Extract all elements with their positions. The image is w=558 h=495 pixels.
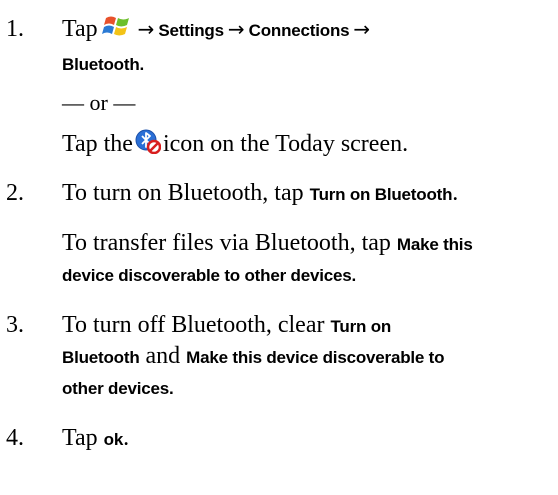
step-text: To turn off Bluetooth, clear Turn on bbox=[62, 312, 392, 338]
ui-bluetooth: Bluetooth bbox=[62, 348, 140, 367]
ui-make-discoverable: Make this device discoverable to bbox=[186, 348, 445, 367]
step-number: 1. bbox=[6, 16, 24, 42]
step-3-line-3: other devices. bbox=[62, 372, 174, 404]
step-number: 3. bbox=[6, 312, 24, 338]
step-1-alt: Tap the icon on the Today screen. bbox=[62, 128, 408, 159]
ui-make-discoverable-cont: device discoverable to other devices. bbox=[62, 266, 357, 285]
bluetooth-off-icon bbox=[135, 128, 162, 155]
arrow-right-icon: → bbox=[227, 17, 245, 41]
step-number: 2. bbox=[6, 180, 24, 206]
step-text: Tap ok. bbox=[62, 425, 130, 451]
ui-turn-on-bluetooth: Turn on Bluetooth bbox=[309, 185, 453, 204]
step-text: Tap → Settings → Connections → bbox=[62, 14, 374, 46]
step-2-line-3: device discoverable to other devices. bbox=[62, 259, 356, 291]
ui-turn-on: Turn on bbox=[330, 317, 392, 336]
step-text: To turn on Bluetooth, tap Turn on Blueto… bbox=[62, 180, 459, 206]
or-separator: — or — bbox=[62, 90, 136, 115]
step-number: 4. bbox=[6, 425, 24, 451]
ui-bluetooth: Bluetooth. bbox=[62, 55, 145, 74]
step-1-line-2: Bluetooth. bbox=[62, 48, 144, 80]
ui-make-discoverable: Make this bbox=[396, 235, 473, 254]
ui-connections: Connections bbox=[248, 21, 350, 40]
arrow-right-icon: → bbox=[353, 17, 371, 41]
step-2-line-2: To transfer files via Bluetooth, tap Mak… bbox=[62, 230, 473, 256]
arrow-right-icon: → bbox=[137, 17, 155, 41]
windows-start-icon bbox=[101, 14, 132, 38]
ui-other-devices: other devices. bbox=[62, 379, 174, 398]
step-3-line-2: Bluetooth and Make this device discovera… bbox=[62, 343, 445, 369]
ui-settings: Settings bbox=[158, 21, 224, 40]
ui-ok: ok bbox=[103, 430, 124, 449]
